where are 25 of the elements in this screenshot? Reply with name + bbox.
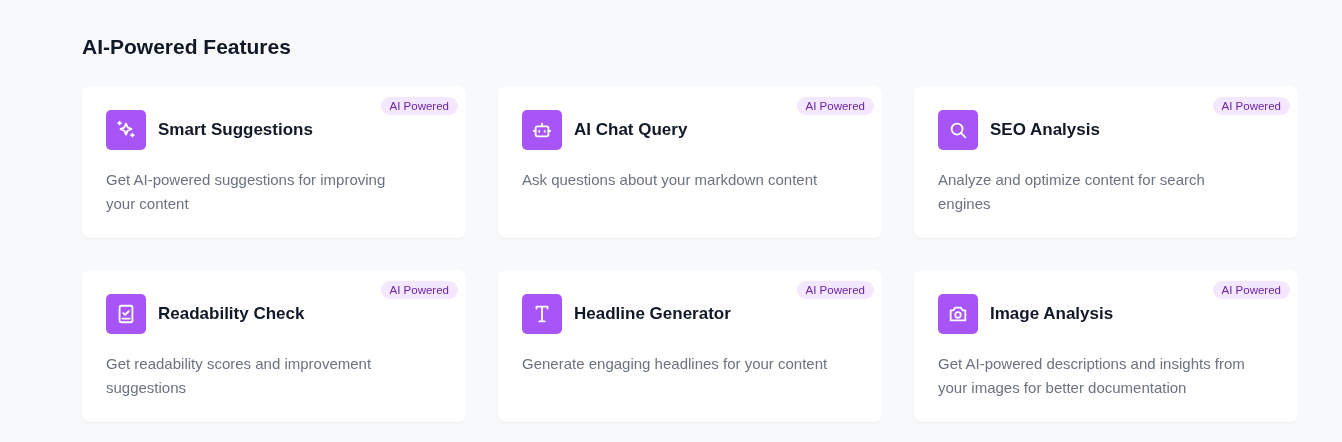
sparkles-icon — [106, 110, 146, 150]
feature-title: Image Analysis — [990, 304, 1114, 324]
feature-title: Readability Check — [158, 304, 305, 324]
letter-t-icon — [522, 294, 562, 334]
feature-description: Analyze and optimize content for search engines — [938, 170, 1206, 214]
feature-description: Get AI-powered descriptions and insights from your images for better documentation — [938, 354, 1246, 398]
search-icon — [938, 110, 978, 150]
camera-icon — [938, 294, 978, 334]
ai-badge: AI Powered — [380, 97, 458, 115]
feature-title: Smart Suggestions — [158, 120, 313, 140]
robot-icon — [522, 110, 562, 150]
feature-title: SEO Analysis — [990, 120, 1100, 140]
feature-description: Get AI-powered suggestions for improving your content — [106, 170, 387, 214]
feature-description: Generate engaging headlines for your content — [522, 354, 829, 374]
ai-badge: AI Powered — [796, 97, 874, 115]
feature-title: AI Chat Query — [574, 120, 688, 140]
feature-description: Ask questions about your markdown content — [522, 170, 819, 190]
checklist-icon — [106, 294, 146, 334]
ai-badge: AI Powered — [796, 281, 874, 299]
ai-badge: AI Powered — [380, 281, 458, 299]
ai-badge: AI Powered — [1212, 281, 1290, 299]
section-heading: AI-Powered Features — [82, 34, 292, 60]
feature-description: Get readability scores and improvement suggestions — [106, 354, 373, 398]
ai-badge: AI Powered — [1212, 97, 1290, 115]
feature-title: Headline Generator — [574, 304, 731, 324]
